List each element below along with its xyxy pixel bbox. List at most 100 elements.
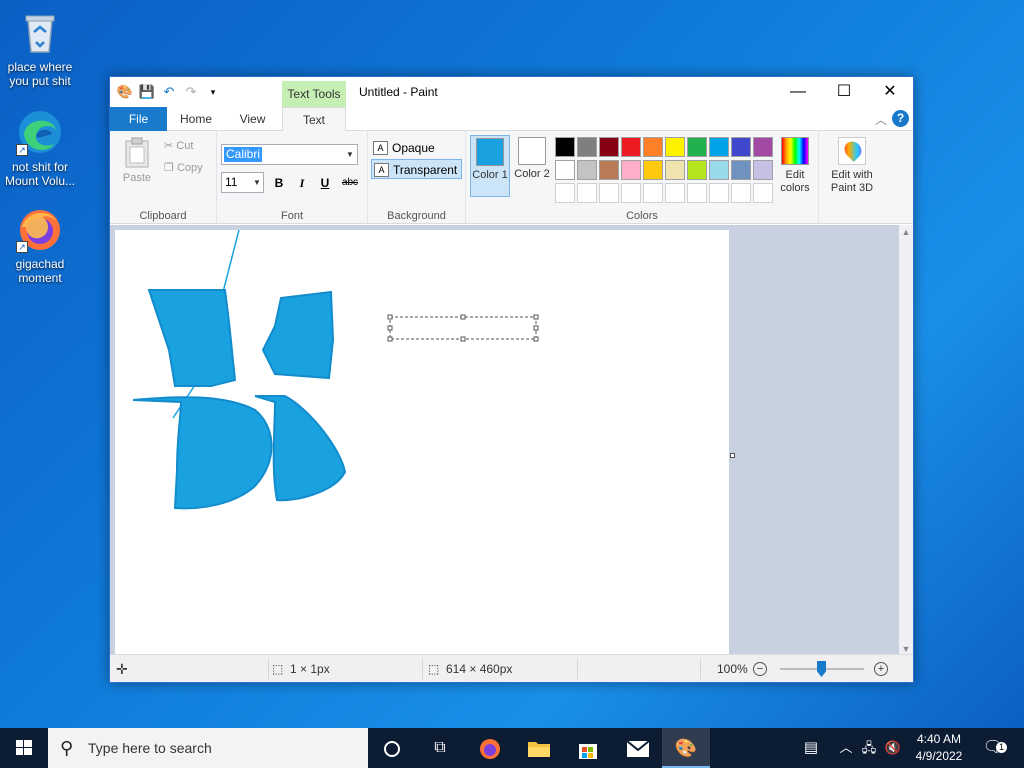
edit-with-paint3d-button[interactable]: Edit with Paint 3D — [824, 137, 880, 195]
start-button[interactable] — [0, 728, 48, 768]
status-divider — [577, 659, 578, 679]
volume-muted-icon: 🔇 — [884, 740, 902, 755]
ribbon-tabs: File Home View Text ︿ ? — [110, 107, 913, 132]
paste-label: Paste — [122, 172, 152, 184]
clipboard-group-label: Clipboard — [139, 210, 187, 222]
cortana-circle-icon — [384, 741, 400, 758]
task-view-button[interactable]: ⧉ — [416, 728, 464, 768]
copy-button[interactable]: ❐ Copy — [164, 161, 203, 174]
folder-icon — [528, 742, 550, 758]
mail-icon — [626, 740, 650, 758]
undo-icon[interactable]: ↶ — [160, 84, 178, 100]
news-widget-button[interactable]: ▤ — [796, 728, 826, 768]
blue-shape — [132, 396, 273, 510]
clock-date: 4/9/2022 — [915, 749, 963, 763]
clipboard-group: Paste ✂ Cut ❐ Copy Clipboard — [110, 131, 217, 224]
window-controls: — ☐ ✕ — [775, 77, 913, 107]
copy-icon: ❐ — [164, 162, 174, 174]
zoom-out-button[interactable]: − — [753, 662, 767, 676]
zoom-in-button[interactable]: + — [874, 662, 888, 676]
status-divider — [700, 659, 701, 679]
cut-label: Cut — [176, 140, 194, 152]
taskbar-paint[interactable]: 🎨 — [662, 728, 710, 768]
desktop-icon-recycle-bin[interactable]: place where you put shit — [0, 8, 80, 88]
copy-label: Copy — [176, 162, 203, 174]
notification-center-button[interactable]: 🗨 1 — [978, 728, 1008, 768]
network-button[interactable]: 🖧 — [858, 728, 880, 768]
taskbar-search-box[interactable]: ⚲ Type here to search — [48, 728, 368, 768]
font-group: Font — [217, 131, 368, 224]
notification-count: 1 — [996, 742, 1007, 753]
desktop-icon-edge[interactable]: ↗ not shit for Mount Volu... — [0, 108, 80, 188]
scroll-up-icon[interactable]: ▲ — [899, 225, 913, 239]
tab-file[interactable]: File — [110, 107, 167, 131]
paste-icon — [125, 137, 149, 168]
vertical-scrollbar[interactable]: ▲ ▼ — [899, 225, 913, 656]
help-icon[interactable]: ? — [892, 110, 909, 127]
recycle-bin-icon — [16, 8, 64, 56]
quick-access-toolbar: 🎨 💾 ↶ ↷ ▾ — [116, 84, 222, 100]
task-view-icon: ⧉ — [434, 739, 446, 756]
maximize-button[interactable]: ☐ — [821, 77, 867, 107]
search-placeholder: Type here to search — [88, 740, 212, 756]
system-clock[interactable]: 4:40 AM 4/9/2022 — [906, 731, 972, 765]
drawing-canvas[interactable] — [115, 229, 729, 656]
paint-icon: 🎨 — [674, 738, 698, 758]
selection-handles[interactable] — [387, 314, 539, 342]
paint3d-swatch — [838, 137, 866, 165]
paste-button[interactable]: Paste — [120, 137, 154, 184]
background-group: Background — [368, 131, 466, 224]
edge-icon: ↗ — [16, 108, 64, 156]
taskbar: ⚲ Type here to search ⧉ 🎨 ▤ ︿ 🖧 🔇 4:40 A… — [0, 728, 1024, 768]
news-icon: ▤ — [803, 739, 819, 756]
taskbar-firefox[interactable] — [466, 728, 514, 768]
tab-home[interactable]: Home — [170, 107, 222, 131]
cortana-button[interactable] — [368, 728, 416, 768]
redo-icon[interactable]: ↷ — [182, 84, 200, 100]
canvas-resize-handle[interactable] — [730, 453, 735, 458]
tab-view[interactable]: View — [225, 107, 280, 131]
taskbar-store[interactable] — [564, 728, 612, 768]
volume-button[interactable]: 🔇 — [882, 728, 904, 768]
title-bar: 🎨 💾 ↶ ↷ ▾ Text Tools Untitled - Paint — … — [110, 77, 913, 107]
save-icon[interactable]: 💾 — [138, 84, 156, 100]
cut-button[interactable]: ✂ Cut — [164, 139, 193, 152]
desktop-icon-firefox[interactable]: ↗ gigachad moment — [0, 205, 80, 285]
shortcut-arrow-icon: ↗ — [16, 144, 28, 156]
close-button[interactable]: ✕ — [867, 77, 913, 107]
canvas-drawing — [132, 229, 539, 510]
colors-group: Colors — [466, 131, 819, 224]
desktop-icon-label: gigachad moment — [15, 257, 65, 285]
show-hidden-icons-button[interactable]: ︿ — [836, 728, 856, 768]
zoom-level: 100% — [717, 662, 748, 676]
stroke-line — [222, 229, 240, 293]
taskbar-mail[interactable] — [614, 728, 662, 768]
blue-shape — [261, 290, 335, 380]
search-icon: ⚲ — [60, 738, 74, 758]
scissors-icon: ✂ — [164, 140, 174, 152]
paint3d-icon — [840, 137, 866, 163]
minimize-button[interactable]: — — [775, 77, 821, 107]
clock-time: 4:40 AM — [916, 732, 962, 746]
paint-app-icon[interactable]: 🎨 — [116, 84, 134, 100]
minimize-ribbon-icon[interactable]: ︿ — [875, 111, 887, 128]
paint-window: 🎨 💾 ↶ ↷ ▾ Text Tools Untitled - Paint — … — [109, 76, 914, 683]
firefox-icon — [480, 739, 500, 760]
paint3d-label: Edit with Paint 3D — [830, 169, 874, 194]
background-group-label: Background — [387, 210, 446, 222]
status-bar: ✛ ⬚ 1 × 1px ⬚ 614 × 460px 100% − + — [110, 654, 913, 682]
text-selection-box[interactable] — [389, 316, 537, 340]
selection-size: 1 × 1px — [290, 662, 330, 676]
colors-group-label: Colors — [626, 210, 658, 222]
status-divider — [268, 659, 269, 679]
ribbon: Paste ✂ Cut ❐ Copy Clipboard Calibri ▼ 1… — [110, 131, 913, 224]
taskbar-file-explorer[interactable] — [515, 728, 563, 768]
tab-text[interactable]: Text — [282, 107, 346, 132]
customize-qat-icon[interactable]: ▾ — [204, 84, 222, 100]
status-divider — [422, 659, 423, 679]
blue-shape — [147, 289, 237, 387]
font-group-label: Font — [280, 210, 303, 222]
zoom-slider-thumb[interactable] — [817, 661, 826, 677]
desktop-icon-label: place where you put shit — [7, 60, 73, 88]
chevron-up-icon: ︿ — [839, 740, 853, 755]
